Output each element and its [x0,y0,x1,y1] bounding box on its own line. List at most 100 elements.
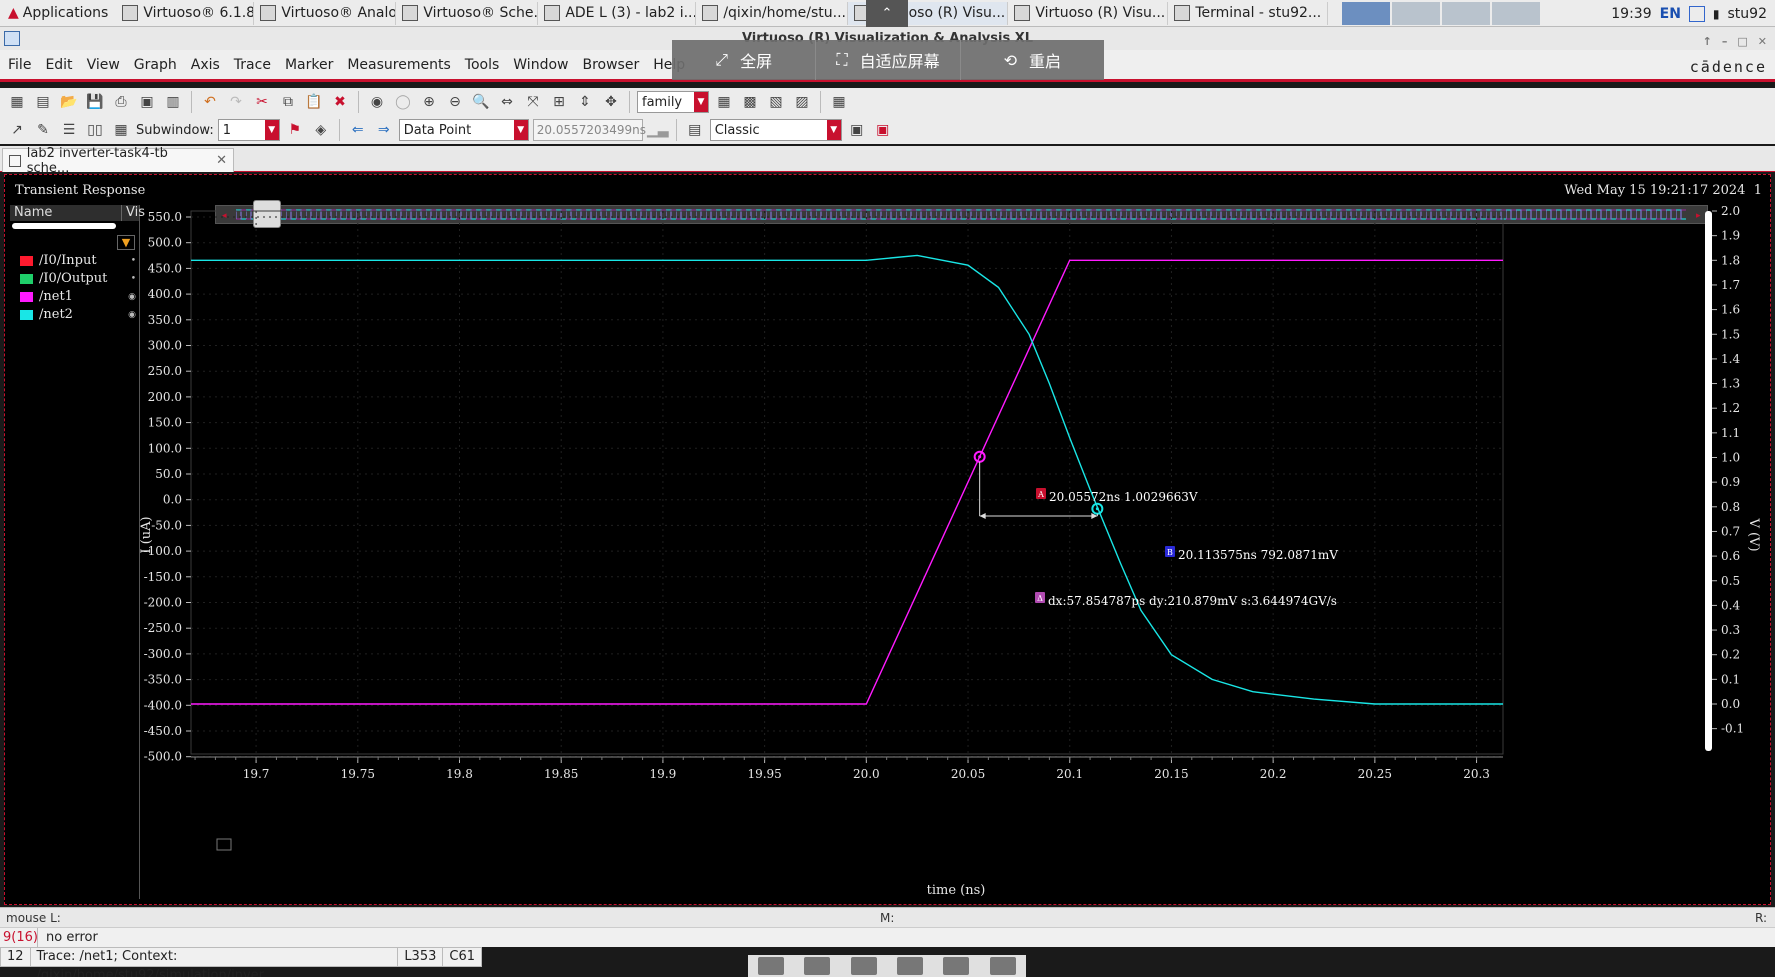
chevron-up-icon: ⌃ [881,6,893,21]
zoom-in-icon[interactable]: ⊕ [418,91,440,113]
terminal-icon[interactable] [804,957,831,975]
delta-marker-label[interactable]: Δdx:57.854787ps dy:210.879mV s:3.644974G… [1035,592,1337,608]
zoom-box-icon[interactable]: ⊞ [548,91,570,113]
stack-icon[interactable]: ▧ [765,91,787,113]
composite-icon[interactable]: ▩ [739,91,761,113]
menu-browser[interactable]: Browser [582,57,639,73]
split-vertical-icon[interactable]: ▯▯ [84,119,106,141]
marker-b-label[interactable]: B 20.113575ns 792.0871mV [1165,546,1338,562]
expand-panel-icon[interactable] [216,838,232,851]
close-tab-icon[interactable]: ✕ [216,153,227,168]
grid-icon[interactable]: ▦ [828,91,850,113]
zoom-fit-icon[interactable]: ⤧ [522,91,544,113]
previous-point-icon[interactable]: ⇐ [347,119,369,141]
taskbar-task-3[interactable]: Virtuoso® Sche... [396,1,539,25]
marker-mode-combo[interactable]: Data Point ▼ [398,119,529,141]
chart-icon[interactable]: ▁▃ [647,119,669,141]
search-icon[interactable] [943,957,970,975]
marker-tool-icon[interactable]: ✎ [32,119,54,141]
paste-icon[interactable]: 📋 [303,91,325,113]
strip-icon[interactable]: ▦ [713,91,735,113]
waveform-plot[interactable]: 550.0 500.0 450.0 400.0 350.0 300.0 250.0 200.0… [5,175,1770,904]
menu-measurements[interactable]: Measurements [347,57,450,73]
close-window-icon[interactable]: ▣ [872,119,894,141]
workspace-3[interactable] [1442,1,1491,25]
print-icon[interactable]: ⎙ [110,91,132,113]
zoom-out-icon[interactable]: ⊖ [444,91,466,113]
family-combo[interactable]: family ▼ [637,91,709,113]
menu-marker[interactable]: Marker [285,57,333,73]
menu-file[interactable]: File [8,57,31,73]
workspace-1[interactable] [1342,1,1391,25]
zoom-x-icon[interactable]: ⇔ [496,91,518,113]
taskbar-task-4[interactable]: ADE L (3) - lab2 i... [538,1,697,25]
snapshot-icon[interactable]: ▥ [162,91,184,113]
power-icon[interactable]: ▮ [1713,7,1720,21]
user-name[interactable]: stu92 [1728,6,1767,22]
style-combo[interactable]: Classic ▼ [709,119,842,141]
undo-icon[interactable]: ↶ [199,91,221,113]
menu-graph[interactable]: Graph [134,57,177,73]
next-point-icon[interactable]: ⇒ [373,119,395,141]
open-icon[interactable]: 📂 [58,91,80,113]
copy-icon[interactable]: ⧉ [277,91,299,113]
y-right-axis-label: V (V) [1746,517,1761,551]
zoom-icon[interactable]: 🔍 [470,91,492,113]
cut-icon[interactable]: ✂ [251,91,273,113]
overlay-icon[interactable]: ▨ [791,91,813,113]
table-icon[interactable]: ▤ [684,119,706,141]
tile-icon[interactable]: ▦ [110,119,132,141]
applications-menu[interactable]: ▲ Applications [0,0,116,27]
keyboard-layout[interactable]: EN [1660,6,1681,22]
taskbar-task-5[interactable]: /qixin/home/stu... [696,1,849,25]
trace-net2[interactable] [191,254,1503,705]
window-icon[interactable]: ▣ [846,119,868,141]
redo-icon[interactable]: ↷ [225,91,247,113]
y-scrollbar[interactable] [1705,211,1712,751]
fullscreen-button[interactable]: ⤢ 全屏 [672,40,817,80]
tab-lab2-inverter[interactable]: lab2 inverter-task4-tb sche... ✕ [2,146,234,176]
file-manager-icon[interactable] [758,957,785,975]
input-method-icon[interactable] [1688,5,1705,22]
taskbar-task-7[interactable]: Virtuoso (R) Visu... [1008,1,1169,25]
zoom-y-icon[interactable]: ⇕ [574,91,596,113]
restart-button[interactable]: ⟲ 重启 [961,40,1104,80]
stop-icon[interactable]: ◯ [392,91,414,113]
export-icon[interactable]: ▣ [136,91,158,113]
split-horizontal-icon[interactable]: ☰ [58,119,80,141]
chevron-down-icon: ▼ [264,120,279,140]
new-subwindow-icon[interactable]: ▤ [32,91,54,113]
save-icon[interactable]: 💾 [84,91,106,113]
mouse-middle-label: M: [880,911,895,925]
fit-screen-button[interactable]: ⛶ 自适应屏幕 [816,40,961,80]
marker-badge-letter: A [1037,490,1044,499]
menu-window[interactable]: Window [513,57,568,73]
select-pointer-icon[interactable]: ↗ [6,119,28,141]
pan-icon[interactable]: ✥ [600,91,622,113]
taskbar-task-8[interactable]: Terminal - stu92... [1168,1,1329,25]
subwindow-combo[interactable]: 1 ▼ [217,119,280,141]
label-icon[interactable]: ◈ [310,119,332,141]
text-editor-icon[interactable] [850,957,877,975]
menu-axis[interactable]: Axis [191,57,220,73]
new-window-icon[interactable]: ▦ [6,91,28,113]
refresh-icon[interactable]: ◉ [366,91,388,113]
menu-edit[interactable]: Edit [45,57,72,73]
taskbar-task-1[interactable]: Virtuoso® 6.1.8-... [116,1,255,25]
remote-collapse-button[interactable]: ⌃ [866,0,908,27]
workspace-4[interactable] [1492,1,1541,25]
coordinate-field[interactable]: 20.0557203499ns [532,119,646,141]
workspace-pager[interactable] [1342,1,1541,25]
workspace-2[interactable] [1392,1,1441,25]
browser-icon[interactable] [897,957,924,975]
marker-a-label[interactable]: A 20.05572ns 1.0029663V [1036,488,1198,504]
menu-view[interactable]: View [87,57,120,73]
flag-icon[interactable]: ⚑ [284,119,306,141]
delete-icon[interactable]: ✖ [329,91,351,113]
cmd-text[interactable]: Trace: /net1; Context: /qixin/home/stu92… [31,947,399,977]
menu-tools[interactable]: Tools [465,57,500,73]
taskbar-task-2[interactable]: Virtuoso® Analo... [254,1,397,25]
menu-trace[interactable]: Trace [234,57,271,73]
folder-icon[interactable] [989,957,1016,975]
trace-net1[interactable] [191,259,1503,705]
